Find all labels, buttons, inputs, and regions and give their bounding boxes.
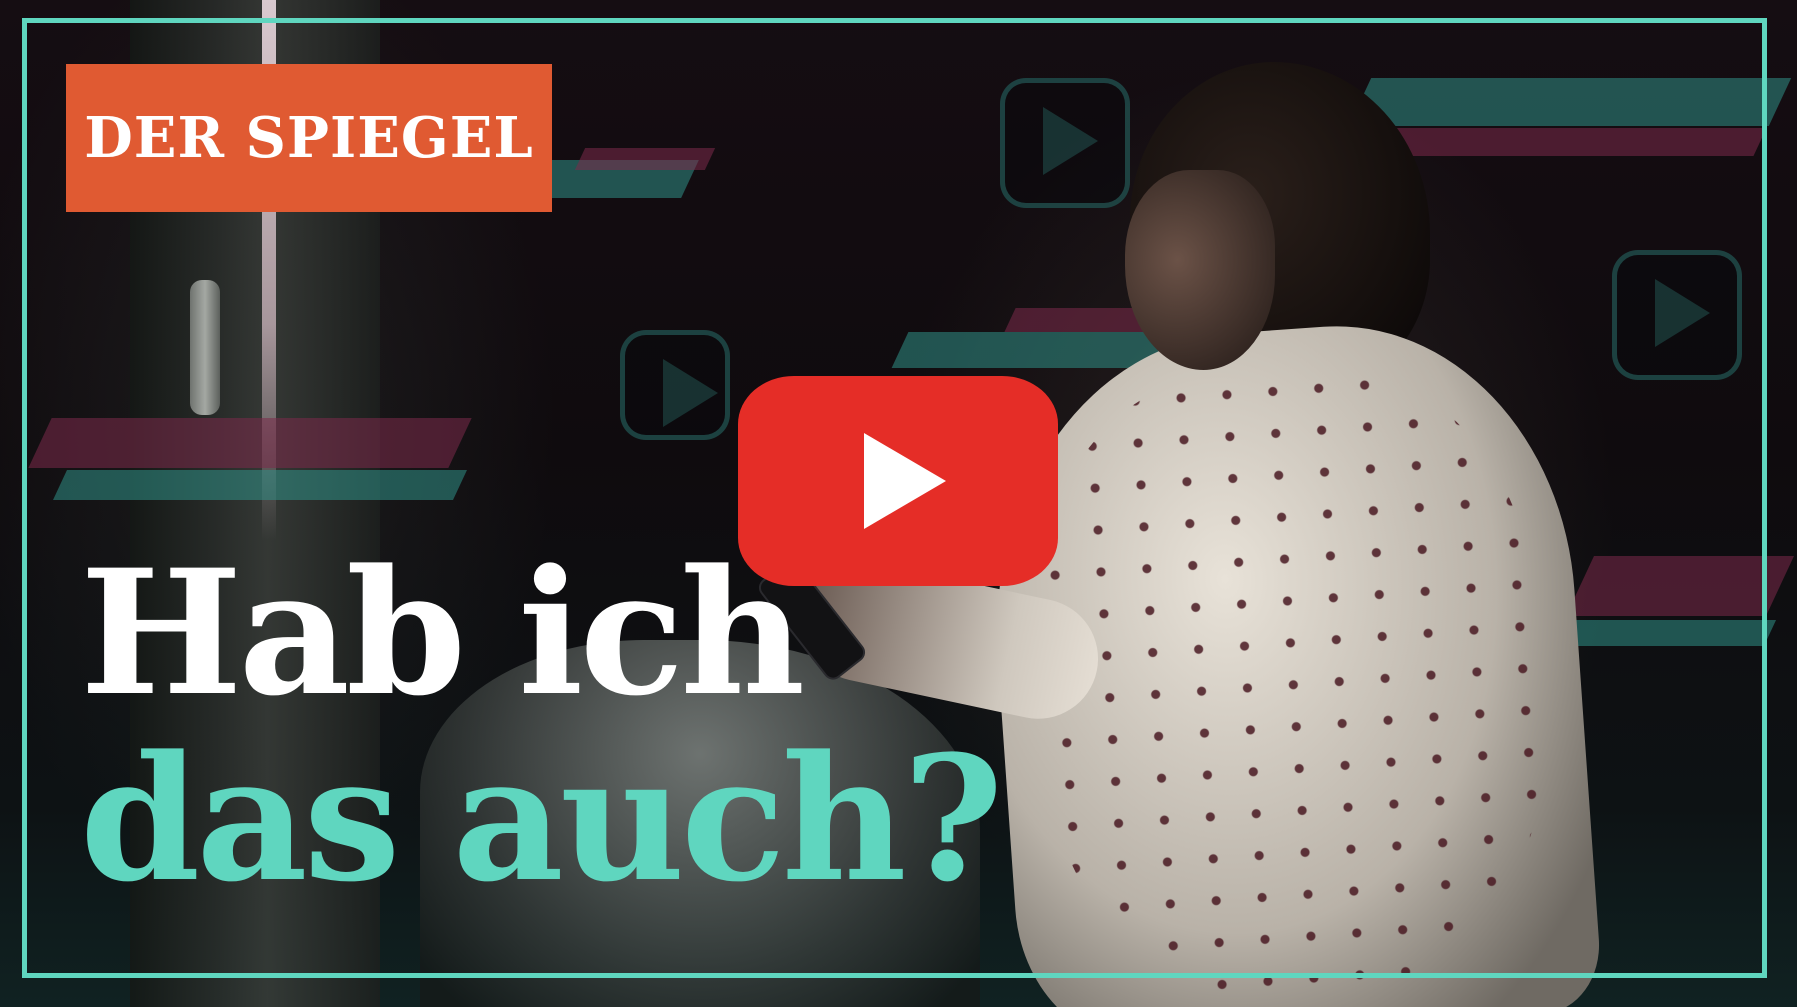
title-line-2: das auch? xyxy=(80,716,1003,920)
decor-stripe xyxy=(1566,556,1794,616)
video-thumbnail[interactable]: DER SPIEGEL Hab ich das auch? xyxy=(0,0,1797,1007)
decor-stripe xyxy=(28,418,472,468)
video-title: Hab ich das auch? xyxy=(80,540,1003,920)
window-handle xyxy=(190,280,220,415)
play-button[interactable] xyxy=(738,376,1058,586)
decor-stripe xyxy=(53,470,467,500)
decor-stripe xyxy=(1553,620,1777,646)
decor-play-icon xyxy=(620,330,730,440)
decor-stripe xyxy=(1373,128,1767,156)
decor-play-icon xyxy=(1000,78,1130,208)
decor-stripe xyxy=(1348,78,1792,126)
der-spiegel-logo: DER SPIEGEL xyxy=(66,64,552,212)
logo-text: DER SPIEGEL xyxy=(84,105,534,171)
decor-stripe xyxy=(574,148,716,170)
youtube-play-icon xyxy=(864,433,946,529)
decor-play-icon xyxy=(1612,250,1742,380)
